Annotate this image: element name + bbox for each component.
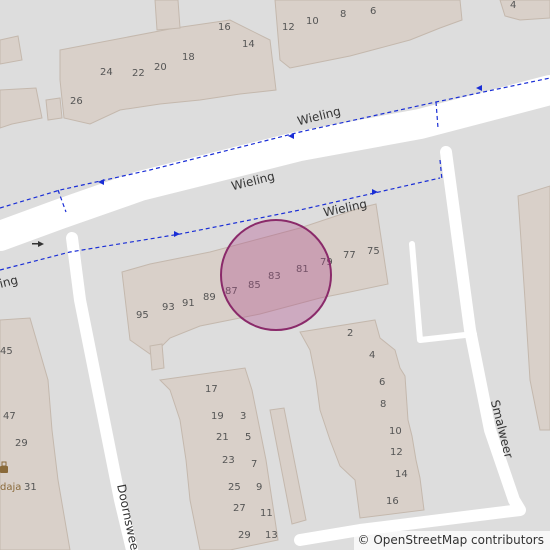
openstreetmap-link[interactable]: OpenStreetMap: [373, 533, 467, 547]
house-number: 45: [0, 346, 13, 357]
house-number: 22: [132, 68, 145, 79]
house-number: 16: [218, 22, 231, 33]
house-number: 11: [260, 508, 273, 519]
house-number: 9: [256, 482, 262, 493]
house-number: 16: [386, 496, 399, 507]
copyright-symbol: ©: [357, 533, 370, 547]
poi-label: daja: [0, 482, 21, 493]
house-number: 77: [343, 250, 356, 261]
map-view[interactable]: Wieling Wieling Wieling ling Smalweer Do…: [0, 0, 550, 550]
house-number: 12: [390, 447, 403, 458]
building-far-left-small: [45, 97, 63, 121]
house-number: 27: [233, 503, 246, 514]
house-number: 10: [306, 16, 319, 27]
house-number: 93: [162, 302, 175, 313]
house-number: 14: [395, 469, 408, 480]
house-number: 25: [228, 482, 241, 493]
building-north-corner: [499, 0, 550, 21]
house-number: 8: [380, 399, 386, 410]
oneway-arrow-shaft: [32, 243, 39, 245]
house-number: 26: [70, 96, 83, 107]
house-number: 89: [203, 292, 216, 303]
house-number: 29: [238, 530, 251, 541]
house-number: 91: [182, 298, 195, 309]
building-center-annex: [149, 343, 165, 371]
house-number: 75: [367, 246, 380, 257]
house-number: 23: [222, 455, 235, 466]
house-number: 4: [369, 350, 375, 361]
house-number: 17: [205, 384, 218, 395]
house-number: 20: [154, 62, 167, 73]
house-number: 31: [24, 482, 37, 493]
building-north-small: [154, 0, 181, 31]
house-number: 47: [3, 411, 16, 422]
location-highlight-circle[interactable]: [220, 219, 332, 331]
house-number: 10: [389, 426, 402, 437]
house-number: 13: [265, 530, 278, 541]
house-number: 6: [379, 377, 385, 388]
house-number: 7: [251, 459, 257, 470]
house-number: 12: [282, 22, 295, 33]
house-number: 2: [347, 328, 353, 339]
house-number: 3: [240, 411, 246, 422]
house-number: 19: [211, 411, 224, 422]
house-number: 5: [245, 432, 251, 443]
map-canvas[interactable]: Wieling Wieling Wieling ling Smalweer Do…: [0, 0, 550, 550]
attribution-suffix: contributors: [471, 533, 544, 547]
house-number: 29: [15, 438, 28, 449]
house-number: 14: [242, 39, 255, 50]
house-number: 8: [340, 9, 346, 20]
house-number: 95: [136, 310, 149, 321]
house-number: 6: [370, 6, 376, 17]
house-number: 4: [510, 0, 516, 11]
house-number: 21: [216, 432, 229, 443]
house-number: 18: [182, 52, 195, 63]
house-number: 24: [100, 67, 113, 78]
building-far-left-top: [0, 35, 23, 65]
map-attribution: © OpenStreetMap contributors: [353, 531, 550, 550]
